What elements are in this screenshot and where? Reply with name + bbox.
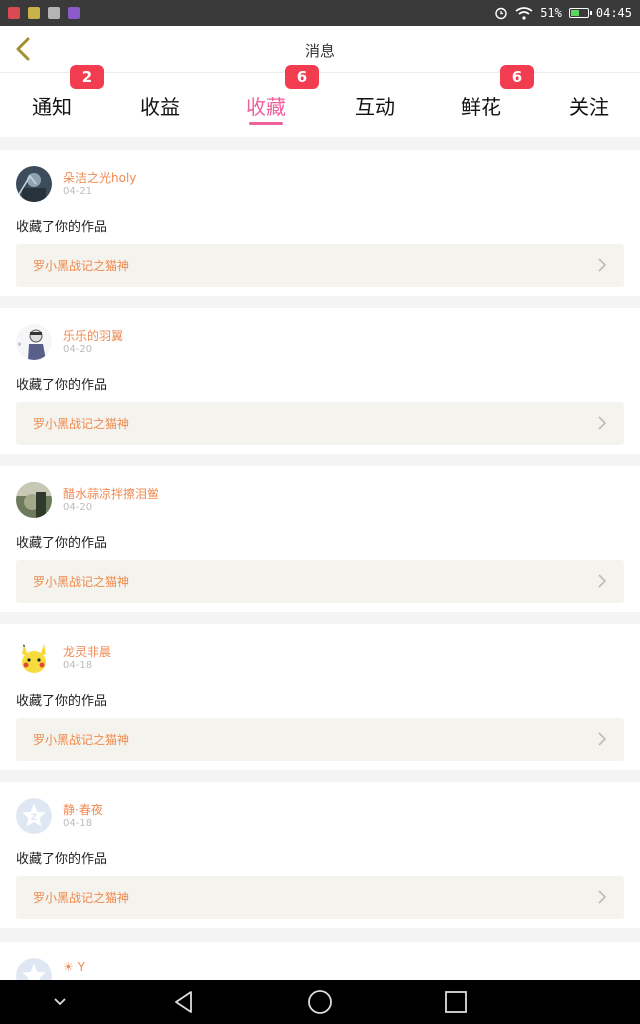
tab-label: 通知 xyxy=(32,94,72,119)
username[interactable]: 朵洁之光holy xyxy=(63,169,136,186)
back-triangle-icon xyxy=(175,991,192,1013)
avatar[interactable] xyxy=(16,166,52,202)
recents-nav-button[interactable] xyxy=(426,980,486,1024)
notification-icons xyxy=(8,7,80,19)
default-star-icon xyxy=(16,958,52,980)
date: 04-20 xyxy=(63,502,93,513)
tab-label: 鲜花 xyxy=(461,94,501,119)
chevron-right-icon xyxy=(598,890,607,904)
tab-label: 收藏 xyxy=(246,94,286,119)
status-bar: 51% 04:45 xyxy=(0,0,640,26)
username[interactable]: ☀ Y xyxy=(63,960,85,974)
avatar[interactable]: Z xyxy=(16,798,52,834)
svg-text:Ψ: Ψ xyxy=(18,342,21,347)
username[interactable]: 静·春夜 xyxy=(63,801,103,818)
work-link[interactable]: 罗小黑战记之猫神 xyxy=(16,876,624,919)
tab-label: 互动 xyxy=(355,94,395,119)
work-title: 罗小黑战记之猫神 xyxy=(33,259,130,273)
battery-percent: 51% xyxy=(540,6,562,20)
chevron-right-icon xyxy=(598,416,607,430)
tab-badge: 6 xyxy=(285,65,319,89)
svg-text:Z: Z xyxy=(31,813,38,823)
clock: 04:45 xyxy=(595,6,632,20)
avatar[interactable] xyxy=(16,640,52,676)
date: 04-21 xyxy=(63,186,93,197)
app-notification-icon xyxy=(68,7,80,19)
app-notification-icon xyxy=(8,7,20,19)
default-star-icon: Z xyxy=(16,798,52,834)
back-nav-button[interactable] xyxy=(154,980,214,1024)
home-nav-button[interactable] xyxy=(290,980,350,1024)
system-nav-bar xyxy=(0,980,640,1024)
username[interactable]: 醋水蒜凉拌擦泪鲎 xyxy=(63,485,159,502)
avatar[interactable] xyxy=(16,958,52,980)
list-item: 朵洁之光holy 04-21 收藏了你的作品 罗小黑战记之猫神 xyxy=(0,150,640,296)
username[interactable]: 龙灵非晨 xyxy=(63,643,111,660)
favorites-list: 朵洁之光holy 04-21 收藏了你的作品 罗小黑战记之猫神 Ψ 乐乐的羽翼 … xyxy=(0,150,640,940)
tab-interactions[interactable]: 互动 xyxy=(325,73,425,137)
list-item: 龙灵非晨 04-18 收藏了你的作品 罗小黑战记之猫神 xyxy=(0,624,640,770)
action-text: 收藏了你的作品 xyxy=(16,694,108,709)
chevron-right-icon xyxy=(598,574,607,588)
work-link[interactable]: 罗小黑战记之猫神 xyxy=(16,560,624,603)
app-notification-icon xyxy=(48,7,60,19)
tab-flowers[interactable]: 鲜花 6 xyxy=(431,65,534,137)
active-tab-indicator xyxy=(249,122,283,125)
work-title: 罗小黑战记之猫神 xyxy=(33,575,130,589)
tab-bar: 通知 2 收益 收藏 6 互动 鲜花 6 关注 xyxy=(0,65,640,137)
tab-earnings[interactable]: 收益 xyxy=(110,73,210,137)
username[interactable]: 乐乐的羽翼 xyxy=(63,327,123,344)
list-item: Z 静·春夜 04-18 收藏了你的作品 罗小黑战记之猫神 xyxy=(0,782,640,928)
action-text: 收藏了你的作品 xyxy=(16,220,108,235)
tab-label: 关注 xyxy=(569,94,609,119)
alarm-icon xyxy=(495,7,507,20)
tab-badge: 2 xyxy=(70,65,104,89)
date: 04-18 xyxy=(63,818,93,829)
list-item: 醋水蒜凉拌擦泪鲎 04-20 收藏了你的作品 罗小黑战记之猫神 xyxy=(0,466,640,612)
tab-label: 收益 xyxy=(140,94,180,119)
page-title: 消息 xyxy=(304,42,335,60)
action-text: 收藏了你的作品 xyxy=(16,378,108,393)
tab-favorites[interactable]: 收藏 6 xyxy=(216,65,319,137)
avatar[interactable]: Ψ xyxy=(16,324,52,360)
battery-icon xyxy=(568,8,592,18)
work-link[interactable]: 罗小黑战记之猫神 xyxy=(16,244,624,287)
action-text: 收藏了你的作品 xyxy=(16,852,108,867)
list-item: Ψ 乐乐的羽翼 04-20 收藏了你的作品 罗小黑战记之猫神 xyxy=(0,308,640,454)
wifi-icon xyxy=(515,6,533,20)
work-link[interactable]: 罗小黑战记之猫神 xyxy=(16,718,624,761)
date: 04-20 xyxy=(63,344,93,355)
work-title: 罗小黑战记之猫神 xyxy=(33,733,130,747)
tab-following[interactable]: 关注 xyxy=(539,73,639,137)
list-item-partial: ☀ Y xyxy=(0,942,640,980)
app-notification-icon xyxy=(28,7,40,19)
chevron-down-icon xyxy=(54,998,66,1006)
date: 04-18 xyxy=(63,660,93,671)
home-circle-icon xyxy=(308,990,332,1014)
work-title: 罗小黑战记之猫神 xyxy=(33,417,130,431)
hide-nav-button[interactable] xyxy=(30,980,90,1024)
avatar[interactable] xyxy=(16,482,52,518)
tab-notifications[interactable]: 通知 2 xyxy=(2,65,104,137)
action-text: 收藏了你的作品 xyxy=(16,536,108,551)
work-title: 罗小黑战记之猫神 xyxy=(33,891,130,905)
chevron-right-icon xyxy=(598,732,607,746)
chevron-right-icon xyxy=(598,258,607,272)
recents-square-icon xyxy=(445,991,467,1013)
work-link[interactable]: 罗小黑战记之猫神 xyxy=(16,402,624,445)
tab-badge: 6 xyxy=(500,65,534,89)
